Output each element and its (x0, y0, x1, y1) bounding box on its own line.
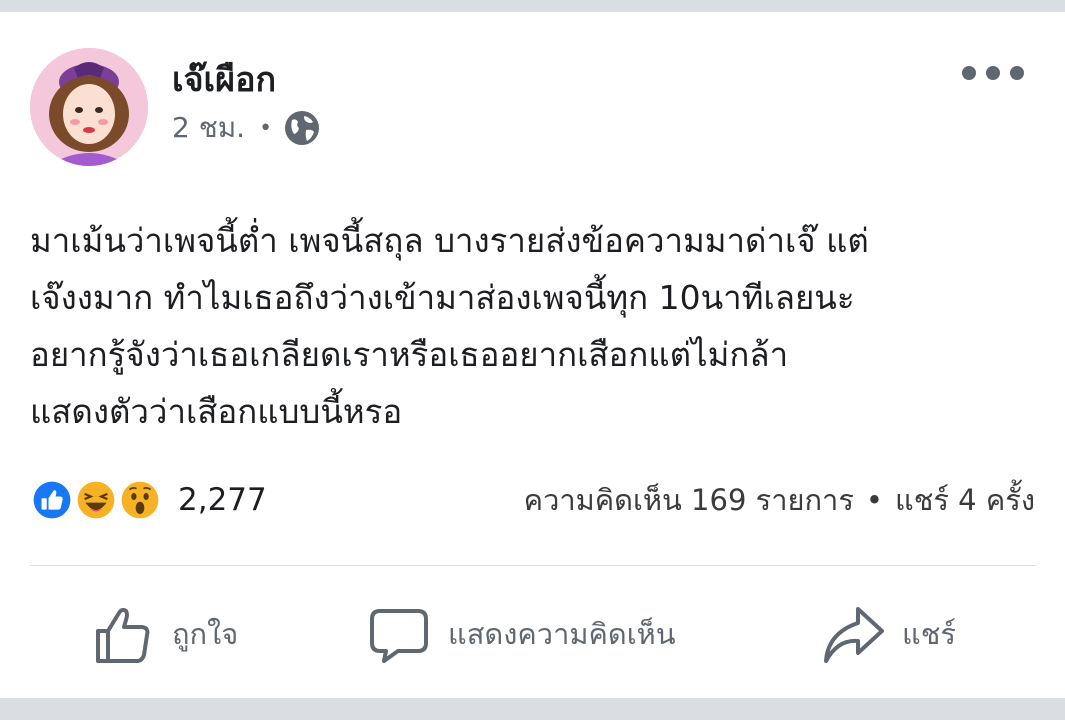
author-name[interactable]: เจ๊เผือก (172, 52, 276, 106)
share-arrow-icon (824, 607, 884, 663)
action-divider (30, 565, 1035, 566)
top-divider-bar (0, 0, 1065, 12)
meta-separator: • (259, 115, 273, 141)
comment-bubble-icon (370, 609, 428, 663)
comment-count[interactable]: ความคิดเห็น 169 รายการ (524, 477, 854, 523)
reactions-summary[interactable]: 2,277 (28, 474, 267, 526)
share-count[interactable]: แชร์ 4 ครั้ง (895, 477, 1035, 523)
like-label: ถูกใจ (172, 617, 239, 651)
share-label: แชร์ (902, 617, 956, 651)
post-text-line: เจ๊งงมาก ทำไมเธอถึงว่างเข้ามาส่องเพจนี้ท… (30, 278, 855, 317)
post-time[interactable]: 2 ชม. (172, 106, 245, 150)
comment-button[interactable]: แสดงความคิดเห็น (368, 598, 676, 670)
like-icon (28, 476, 76, 524)
post-text-line: อยากรู้จังว่าเธอเกลียดเราหรือเธออยากเสือ… (30, 335, 789, 374)
action-bar: ถูกใจ แสดงความคิดเห็น แชร์ (0, 598, 1065, 670)
reaction-count: 2,277 (178, 482, 267, 518)
wow-icon (116, 476, 164, 524)
more-options-icon[interactable] (962, 58, 1024, 88)
post-text-line: มาเม้นว่าเพจนี้ต่ำ เพจนี้สถุล บางรายส่งข… (30, 221, 869, 260)
post-meta: 2 ชม. • (172, 108, 320, 148)
post-text-line: แสดงตัวว่าเสือกแบบนี้หรอ (30, 392, 403, 431)
comment-label: แสดงความคิดเห็น (448, 617, 676, 651)
bottom-divider-bar (0, 698, 1065, 720)
engagement-stats: ความคิดเห็น 169 รายการ • แชร์ 4 ครั้ง (524, 478, 1035, 522)
globe-icon (284, 110, 320, 146)
post-body: มาเม้นว่าเพจนี้ต่ำ เพจนี้สถุล บางรายส่งข… (30, 212, 1040, 440)
thumbs-up-icon (96, 607, 150, 663)
like-button[interactable]: ถูกใจ (92, 598, 238, 670)
share-button[interactable]: แชร์ (822, 598, 956, 670)
stats-separator: • (865, 483, 884, 517)
author-avatar[interactable] (30, 48, 148, 166)
haha-icon (72, 476, 120, 524)
